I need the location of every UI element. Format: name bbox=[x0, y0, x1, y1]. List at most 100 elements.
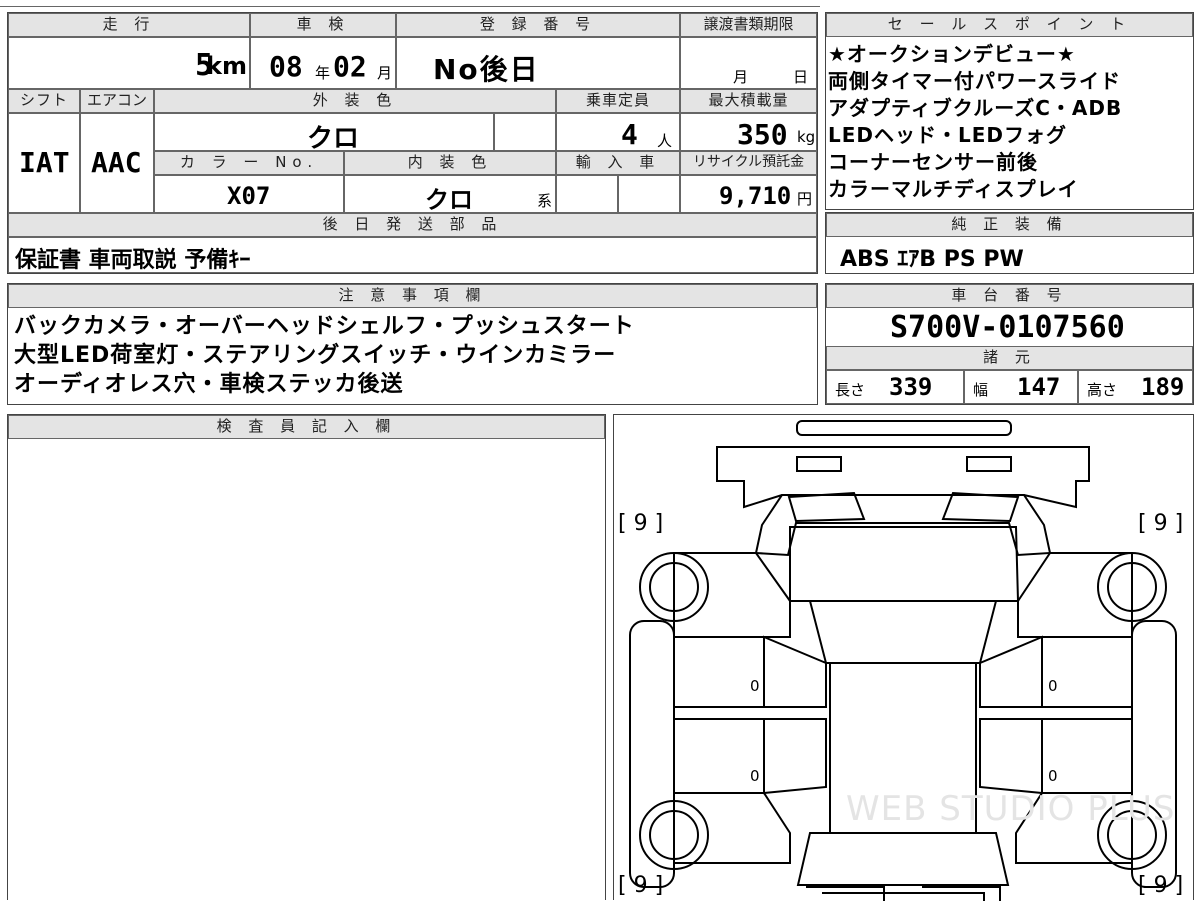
notes-list: バックカメラ・オーバーヘッドシェルフ・プッシュスタート 大型LED荷室灯・ステア… bbox=[14, 312, 814, 399]
exterior-value: クロ bbox=[307, 124, 360, 154]
shift-cell: IAT bbox=[8, 113, 80, 213]
note-line: 大型LED荷室灯・ステアリングスイッチ・ウインカミラー bbox=[14, 343, 617, 368]
headlight-right bbox=[941, 491, 1020, 523]
exterior-sub-cell bbox=[494, 113, 556, 151]
mileage-cell: 5 km bbox=[8, 37, 250, 89]
windshield bbox=[789, 526, 1020, 602]
exterior-header: 外 装 色 bbox=[154, 89, 556, 113]
window-front-right bbox=[979, 635, 1043, 708]
interior-unit: 系 bbox=[537, 192, 553, 210]
width-cell: 幅 147 bbox=[964, 370, 1078, 404]
load-cell: 350 kg bbox=[680, 113, 817, 151]
transfer-day-unit: 日 bbox=[793, 68, 809, 86]
registration-cell: No後日 bbox=[396, 37, 680, 89]
door-mark-front-right: 0 bbox=[1048, 677, 1058, 695]
exterior-cell: クロ bbox=[154, 113, 494, 154]
length-cell: 長さ 339 bbox=[826, 370, 964, 404]
door-mark-front-left: 0 bbox=[750, 677, 760, 695]
equipment-panel: 純 正 装 備 ABS ｴｱB PS PW bbox=[825, 212, 1194, 274]
recycle-value: 9,710 bbox=[719, 182, 792, 210]
sales-point-line: カラーマルチディスプレイ bbox=[828, 177, 1079, 201]
tire-grade-front-right: [ 9 ] bbox=[1138, 511, 1184, 536]
shift-header: シフト bbox=[8, 89, 80, 113]
top-crop-strip bbox=[0, 0, 820, 7]
inspection-month-unit: 月 bbox=[377, 64, 393, 82]
notes-header: 注 意 事 項 欄 bbox=[8, 284, 817, 308]
width-label: 幅 bbox=[973, 381, 989, 399]
sales-point-line: ★オークションデビュー★ bbox=[828, 42, 1076, 66]
window-rear-right bbox=[979, 718, 1043, 795]
inspection-header: 車 検 bbox=[250, 13, 396, 37]
sales-points-list: ★オークションデビュー★ 両側タイマー付パワースライド アダプティブクルーズC・… bbox=[828, 41, 1190, 203]
equipment-value: ABS ｴｱB PS PW bbox=[840, 247, 1024, 272]
length-value: 339 bbox=[889, 373, 933, 401]
tire-grade-front-left: [ 9 ] bbox=[618, 511, 664, 536]
height-label: 高さ bbox=[1087, 381, 1118, 399]
equipment-header: 純 正 装 備 bbox=[826, 213, 1193, 237]
dimensions-header: 諸 元 bbox=[826, 346, 1193, 370]
rear-window bbox=[796, 832, 1010, 886]
import-cell-b bbox=[618, 175, 680, 213]
front-fender-right bbox=[1017, 552, 1133, 638]
recycle-cell: 9,710 円 bbox=[680, 175, 817, 213]
capacity-value: 4 bbox=[621, 118, 638, 151]
registration-header: 登 録 番 号 bbox=[396, 13, 680, 37]
interior-cell: クロ 系 bbox=[344, 175, 556, 214]
tire-grade-rear-right: [ 9 ] bbox=[1138, 873, 1184, 898]
load-value: 350 bbox=[737, 118, 788, 151]
capacity-unit: 人 bbox=[657, 132, 673, 150]
note-line: バックカメラ・オーバーヘッドシェルフ・プッシュスタート bbox=[14, 314, 635, 339]
chassis-header: 車 台 番 号 bbox=[826, 284, 1193, 308]
inspection-year: 08 bbox=[269, 50, 303, 83]
car-diagram-panel: [ 9 ] [ 9 ] [ 9 ] [ 9 ] 0 0 0 0 WEB STUD… bbox=[613, 414, 1194, 901]
door-mark-rear-left: 0 bbox=[750, 767, 760, 785]
sales-point-line: 両側タイマー付パワースライド bbox=[828, 69, 1121, 93]
color-no-cell: X07 bbox=[154, 175, 344, 213]
sales-points-panel: セ ー ル ス ポ イ ン ト ★オークションデビュー★ 両側タイマー付パワース… bbox=[825, 12, 1194, 210]
door-front-right bbox=[1041, 636, 1133, 708]
sales-point-line: コーナーセンサー前後 bbox=[828, 150, 1038, 174]
window-rear-left bbox=[763, 718, 827, 795]
front-bumper-bar bbox=[796, 420, 1012, 436]
roof-front bbox=[808, 600, 998, 664]
transfer-header: 譲渡書類期限 bbox=[680, 13, 817, 37]
fog-lamp-right bbox=[966, 456, 1012, 472]
chassis-value: S700V-0107560 bbox=[890, 310, 1125, 345]
door-mark-rear-right: 0 bbox=[1048, 767, 1058, 785]
ac-header: エアコン bbox=[80, 89, 154, 113]
window-front-left bbox=[763, 635, 827, 708]
grille bbox=[754, 494, 1052, 557]
headlight-left bbox=[787, 491, 866, 523]
ac-cell: AAC bbox=[80, 113, 154, 213]
sales-point-line: アダプティブクルーズC・ADB bbox=[828, 96, 1123, 120]
side-sill-left bbox=[629, 620, 675, 888]
parts-value: 保証書 車両取説 予備ｷｰ bbox=[15, 248, 251, 273]
color-no-value: X07 bbox=[227, 182, 271, 210]
door-front-left bbox=[673, 636, 765, 708]
front-fender-left bbox=[673, 552, 791, 638]
tire-grade-rear-left: [ 9 ] bbox=[618, 873, 664, 898]
capacity-cell: 4 人 bbox=[556, 113, 680, 151]
color-no-header: カ ラ ー No. bbox=[154, 151, 344, 175]
height-value: 189 bbox=[1141, 373, 1185, 401]
inspection-month: 02 bbox=[333, 50, 367, 83]
mileage-unit: km bbox=[206, 52, 247, 80]
load-header: 最大積載量 bbox=[680, 89, 817, 113]
ac-value: AAC bbox=[91, 146, 142, 179]
inspection-year-unit: 年 bbox=[315, 64, 331, 82]
inspector-header: 検 査 員 記 入 欄 bbox=[8, 415, 605, 439]
parts-cell: 保証書 車両取説 予備ｷｰ bbox=[8, 237, 817, 273]
parts-header: 後 日 発 送 部 品 bbox=[8, 213, 817, 237]
registration-value: No後日 bbox=[433, 53, 540, 86]
interior-value: クロ bbox=[425, 186, 473, 214]
transfer-month-unit: 月 bbox=[733, 68, 749, 86]
spec-table: 走 行 車 検 登 録 番 号 譲渡書類期限 5 km 08 年 02 月 No… bbox=[7, 12, 818, 274]
transfer-cell: 月 日 bbox=[680, 37, 817, 89]
inspector-panel: 検 査 員 記 入 欄 bbox=[7, 414, 606, 900]
capacity-header: 乗車定員 bbox=[556, 89, 680, 113]
height-cell: 高さ 189 bbox=[1078, 370, 1193, 404]
load-unit: kg bbox=[797, 128, 816, 146]
mileage-header: 走 行 bbox=[8, 13, 250, 37]
side-sill-right bbox=[1131, 620, 1177, 888]
notes-panel: 注 意 事 項 欄 バックカメラ・オーバーヘッドシェルフ・プッシュスタート 大型… bbox=[7, 283, 818, 405]
